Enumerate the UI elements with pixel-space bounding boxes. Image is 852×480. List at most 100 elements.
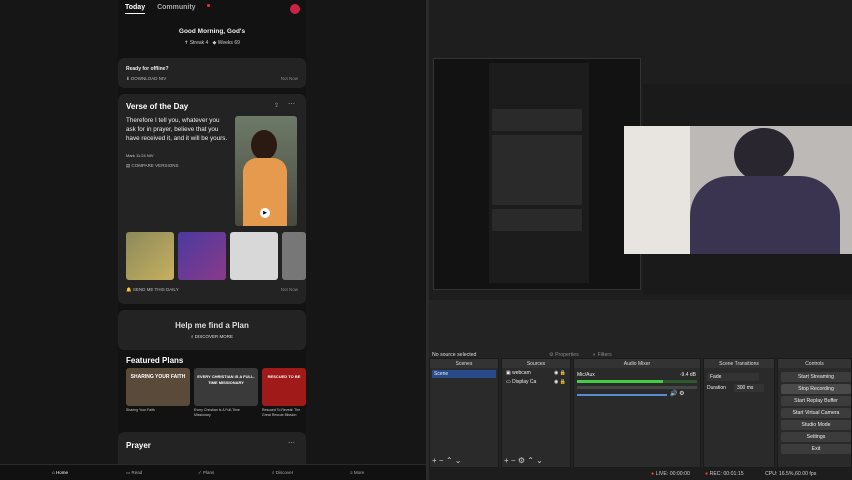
source-item[interactable]: ▣ webcam ◉ 🔒 [504,369,568,377]
download-link[interactable]: ⬇ DOWNLOAD NIV [126,76,166,82]
controls-dock: Controls Start Streaming Stop Recording … [777,358,852,468]
duration-input[interactable]: 300 ms [734,384,764,392]
nav-discover-label: Discover [275,470,294,475]
live-time: LIVE: 00:00:00 [655,471,690,477]
webcam-person-body [690,176,840,254]
volume-slider[interactable] [577,394,667,396]
source-webcam: webcam [512,370,531,376]
mixer-title: Audio Mixer [574,359,700,368]
transitions-dock: Scene Transitions Fade Duration 300 ms [703,358,775,468]
volume-meter-fill [577,380,664,383]
down-icon[interactable]: ⌄ [536,456,543,465]
obs-status-bar: ● LIVE: 00:00:00 ● REC: 00:01:15 CPU: 16… [429,468,852,480]
start-virtual-camera-button[interactable]: Start Virtual Camera [781,408,851,418]
not-now-button[interactable]: Not Now [281,76,298,81]
verse-ref: Mark 11:24 NIV [126,153,154,158]
sources-dock: Sources ▣ webcam ◉ 🔒 ▭ Display Ca ◉ 🔒 + − … [501,358,571,468]
settings-button[interactable]: Settings [781,432,851,442]
prayer-more-icon[interactable]: ⋯ [288,439,295,447]
download-label: DOWNLOAD NIV [131,76,167,81]
nav-more[interactable]: ≡ More [350,470,364,475]
plan-art-3: RESCUED TO BE [267,374,301,379]
scenes-dock: Scenes Scene + − ⌃ ⌄ [429,358,499,468]
cpu-status: CPU: 16.5%,60.00 fps [765,471,817,477]
gear-icon[interactable]: ⚙ [518,456,525,465]
webcam-door [624,126,690,254]
obs-window: No source selected ⚙ Properties ◐ Filter… [429,0,852,480]
nav-plans[interactable]: ✓ Plans [198,470,214,476]
votd-not-now[interactable]: Not Now [281,287,298,292]
add-icon[interactable]: + [504,456,509,465]
up-icon[interactable]: ⌃ [446,456,453,465]
verse-thumb-4[interactable] [282,232,306,280]
preview-mirror-card [492,209,582,231]
duration-label: Duration [707,385,726,391]
webcam-person-head [734,128,794,182]
obs-preview[interactable] [429,0,852,300]
more-icon[interactable]: ⋯ [288,100,295,108]
verse-text: Therefore I tell you, whatever you ask f… [126,117,228,142]
compare-versions[interactable]: ▤ COMPARE VERSIONS [126,163,178,169]
avatar[interactable] [290,4,300,14]
compare-label: COMPARE VERSIONS [131,163,179,168]
studio-mode-button[interactable]: Studio Mode [781,420,851,430]
send-daily[interactable]: 🔔 SEND ME THIS DAILY [126,287,179,293]
up-icon[interactable]: ⌃ [527,456,534,465]
exit-button[interactable]: Exit [781,444,851,454]
start-streaming-button[interactable]: Start Streaming [781,372,851,382]
verse-of-the-day-card: Verse of the Day ⇪ ⋯ Therefore I tell yo… [118,94,306,304]
plan-card-1[interactable]: SHARING YOUR FAITH [126,368,190,406]
start-replay-buffer-button[interactable]: Start Replay Buffer [781,396,851,406]
play-icon[interactable]: ▶ [260,208,270,218]
prayer-title: Prayer [126,441,151,450]
discover-more-button[interactable]: ⌕ DISCOVER MORE [138,334,286,344]
plan-art-1: SHARING YOUR FAITH [130,374,186,380]
find-plan-title: Help me find a Plan [175,321,249,330]
discover-label: DISCOVER MORE [194,334,234,339]
nav-home[interactable]: ⌂ Home [52,470,68,475]
remove-icon[interactable]: − [439,456,444,465]
votd-title: Verse of the Day [126,102,189,111]
obs-docks: Scenes Scene + − ⌃ ⌄ Sources ▣ webcam ◉ 🔒… [429,358,852,468]
stop-recording-button[interactable]: Stop Recording [781,384,851,394]
send-daily-label: SEND ME THIS DAILY [132,287,179,292]
tab-today[interactable]: Today [125,4,146,14]
plan-caption-3: Rescued To Reveal: The Great Rescue Miss… [262,408,301,417]
share-icon[interactable]: ⇪ [274,102,279,109]
featured-plans: Featured Plans SHARING YOUR FAITH Sharin… [118,350,306,426]
prayer-card[interactable]: Prayer ⋯ [118,432,306,464]
remove-icon[interactable]: − [511,456,516,465]
verse-image[interactable]: ▶ [235,116,297,226]
nav-discover[interactable]: ⌕ Discover [272,470,293,475]
find-plan-card[interactable]: Help me find a Plan ⌕ DISCOVER MORE [118,310,306,350]
preview-mirror-card [492,109,582,131]
speaker-icon[interactable]: 🔊 ⚙ [670,390,685,397]
bell-icon: 🔔 [126,287,133,292]
eye-icon[interactable]: ◉ 🔒 [554,379,566,385]
bottom-navigation: ⌂ Home ▭ Read ✓ Plans ⌕ Discover ≡ More [0,464,426,480]
featured-title: Featured Plans [126,356,184,365]
nav-more-label: More [353,470,365,475]
plan-card-2[interactable]: EVERY CHRISTIAN IS A FULL-TIME MISSIONAR… [194,368,258,406]
rec-status: ● REC: 00:01:15 [705,471,744,477]
sources-toolbar: + − ⚙ ⌃ ⌄ [504,456,543,465]
source-display: Display Ca [512,379,537,385]
verse-thumb-3[interactable] [230,232,278,280]
source-item[interactable]: ▭ Display Ca ◉ 🔒 [504,378,568,386]
verse-thumb-2[interactable] [178,232,226,280]
add-icon[interactable]: + [432,456,437,465]
plan-card-3[interactable]: RESCUED TO BE [262,368,306,406]
preview-mirror-phone [433,58,641,290]
scene-item[interactable]: Scene [432,370,496,378]
transition-select[interactable]: Fade [707,373,759,381]
nav-read[interactable]: ▭ Read [126,470,142,476]
tab-community[interactable]: Community [157,4,220,11]
audio-mixer-dock: Audio Mixer Mic/Aux -9.4 dB 🔊 ⚙ [573,358,701,468]
notification-dot [206,4,210,7]
down-icon[interactable]: ⌄ [455,456,462,465]
live-status: ● LIVE: 00:00:00 [651,471,690,477]
bible-app: Today Community Good Morning, God's ✝ St… [118,0,306,464]
eye-icon[interactable]: ◉ 🔒 [554,370,566,376]
verse-thumb-1[interactable] [126,232,174,280]
nav-home-label: Home [55,470,68,475]
